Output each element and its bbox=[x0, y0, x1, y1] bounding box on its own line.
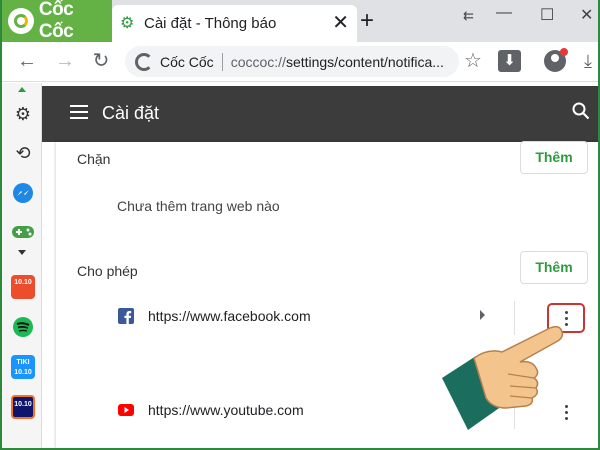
reload-button[interactable]: ↻ bbox=[90, 50, 112, 72]
facebook-icon bbox=[118, 308, 134, 324]
allowed-section-label: Cho phép bbox=[77, 263, 138, 279]
coccoc-site-icon bbox=[135, 52, 153, 71]
blocked-section-label: Chặn bbox=[77, 151, 111, 167]
back-button[interactable]: ← bbox=[16, 50, 38, 72]
search-icon[interactable] bbox=[572, 102, 590, 120]
sidebar: ⚙ ⟲ 10.10 TIKI 10.10 10.10 bbox=[2, 83, 42, 448]
browser-window: Cốc Cốc ⚙ Cài đặt - Thông báo ✕ + ⇇ — ☐ … bbox=[0, 0, 600, 450]
bookmark-star-icon[interactable]: ☆ bbox=[464, 51, 482, 71]
coccoc-menu-button[interactable]: Cốc Cốc bbox=[2, 0, 112, 42]
gear-icon: ⚙ bbox=[120, 14, 135, 32]
add-allowed-button[interactable]: Thêm bbox=[520, 251, 588, 284]
close-window-button[interactable]: ✕ bbox=[580, 5, 593, 25]
omnibox-divider bbox=[221, 52, 223, 71]
expand-down-icon[interactable] bbox=[18, 250, 26, 255]
messenger-icon[interactable] bbox=[11, 181, 35, 205]
profile-avatar[interactable] bbox=[544, 48, 568, 72]
collapse-up-icon[interactable] bbox=[18, 87, 26, 92]
address-bar[interactable]: Cốc Cốc coccoc://settings/content/notifi… bbox=[125, 46, 459, 77]
maximize-button[interactable]: ☐ bbox=[540, 5, 554, 25]
omnibox-url[interactable]: coccoc://settings/content/notifica... bbox=[231, 54, 451, 70]
gamepad-icon[interactable] bbox=[11, 220, 35, 244]
tiki-app[interactable]: TIKI 10.10 bbox=[11, 355, 35, 379]
save-page-icon[interactable]: ⬇ bbox=[498, 50, 521, 72]
spotify-icon[interactable] bbox=[11, 315, 35, 339]
add-blocked-button[interactable]: Thêm bbox=[520, 141, 588, 174]
forward-button[interactable]: → bbox=[54, 50, 76, 72]
menu-icon[interactable] bbox=[70, 105, 88, 119]
blocked-empty-message: Chưa thêm trang web nào bbox=[117, 198, 280, 214]
toolbar: ← → ↻ Cốc Cốc coccoc://settings/content/… bbox=[2, 42, 598, 82]
shopee-app[interactable]: 10.10 bbox=[11, 275, 35, 299]
tab-strip: Cốc Cốc ⚙ Cài đặt - Thông báo ✕ + ⇇ — ☐ … bbox=[2, 0, 598, 42]
download-icon[interactable]: ⤓ bbox=[584, 51, 592, 72]
tab-search-icon[interactable]: ⇇ bbox=[463, 8, 474, 24]
settings-icon[interactable]: ⚙ bbox=[11, 102, 35, 126]
tab-close-button[interactable]: ✕ bbox=[332, 13, 349, 33]
new-tab-button[interactable]: + bbox=[360, 9, 374, 33]
coccoc-logo-icon bbox=[8, 8, 34, 34]
tab-settings[interactable]: ⚙ Cài đặt - Thông báo ✕ bbox=[112, 5, 357, 42]
site-url: https://www.facebook.com bbox=[148, 308, 311, 324]
pointing-hand-icon bbox=[442, 325, 564, 430]
page-title: Cài đặt bbox=[102, 103, 160, 123]
settings-header: Cài đặt bbox=[42, 86, 598, 142]
history-icon[interactable]: ⟲ bbox=[11, 141, 35, 165]
youtube-icon bbox=[118, 404, 134, 416]
omnibox-site-name: Cốc Cốc bbox=[160, 53, 214, 70]
minimize-button[interactable]: — bbox=[496, 4, 512, 22]
brand-name: Cốc Cốc bbox=[38, 0, 74, 42]
site-url: https://www.youtube.com bbox=[148, 402, 304, 418]
tab-title: Cài đặt - Thông báo bbox=[144, 15, 277, 32]
lazada-app[interactable]: 10.10 bbox=[11, 395, 35, 419]
